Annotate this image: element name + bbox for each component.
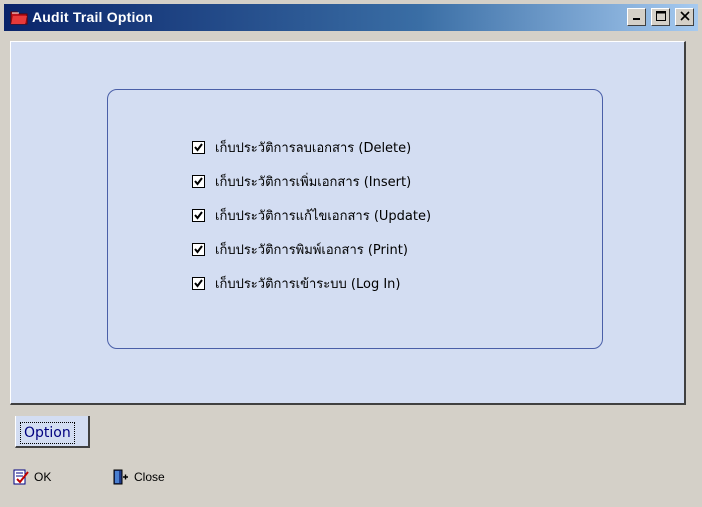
client-area: เก็บประวัติการลบเอกสาร (Delete) เก็บประว…	[4, 31, 698, 503]
audit-trail-window: Audit Trail Option เก็บประวัติการลบเอกสา…	[0, 0, 702, 507]
tab-option-label: Option	[20, 422, 75, 444]
login-checkbox[interactable]	[192, 276, 205, 290]
close-label: Close	[134, 470, 165, 484]
red-folder-icon	[10, 9, 28, 25]
option-label: เก็บประวัติการเพิ่มเอกสาร (Insert)	[215, 174, 412, 190]
checkmark-icon	[194, 244, 203, 254]
option-label: เก็บประวัติการแก้ไขเอกสาร (Update)	[215, 208, 432, 224]
checkmark-icon	[194, 176, 203, 186]
insert-checkbox[interactable]	[192, 174, 205, 188]
title-bar[interactable]: Audit Trail Option	[4, 4, 698, 31]
option-insert[interactable]: เก็บประวัติการเพิ่มเอกสาร (Insert)	[192, 171, 411, 191]
tab-option[interactable]: Option	[15, 416, 90, 448]
audit-options-group: เก็บประวัติการลบเอกสาร (Delete) เก็บประว…	[107, 89, 603, 349]
check-document-icon	[12, 469, 30, 485]
option-label: เก็บประวัติการลบเอกสาร (Delete)	[215, 140, 412, 156]
ok-label: OK	[34, 470, 52, 484]
maximize-button[interactable]	[651, 8, 670, 26]
checkmark-icon	[194, 210, 203, 220]
close-button[interactable]: Close	[112, 468, 165, 486]
update-checkbox[interactable]	[192, 208, 205, 222]
ok-button[interactable]: OK	[12, 468, 51, 486]
maximize-icon	[655, 8, 666, 26]
close-icon	[679, 8, 690, 26]
checkmark-icon	[194, 278, 203, 288]
minimize-icon	[632, 8, 642, 26]
window-title: Audit Trail Option	[32, 9, 154, 25]
exit-door-icon	[112, 469, 130, 485]
option-login[interactable]: เก็บประวัติการเข้าระบบ (Log In)	[192, 273, 400, 293]
minimize-button[interactable]	[627, 8, 646, 26]
option-print[interactable]: เก็บประวัติการพิมพ์เอกสาร (Print)	[192, 239, 408, 259]
option-label: เก็บประวัติการเข้าระบบ (Log In)	[215, 276, 401, 292]
option-label: เก็บประวัติการพิมพ์เอกสาร (Print)	[215, 242, 408, 258]
delete-checkbox[interactable]	[192, 140, 205, 154]
option-delete[interactable]: เก็บประวัติการลบเอกสาร (Delete)	[192, 137, 411, 157]
close-window-button[interactable]	[675, 8, 694, 26]
checkmark-icon	[194, 142, 203, 152]
option-update[interactable]: เก็บประวัติการแก้ไขเอกสาร (Update)	[192, 205, 431, 225]
option-tab-panel: เก็บประวัติการลบเอกสาร (Delete) เก็บประว…	[10, 41, 686, 405]
print-checkbox[interactable]	[192, 242, 205, 256]
